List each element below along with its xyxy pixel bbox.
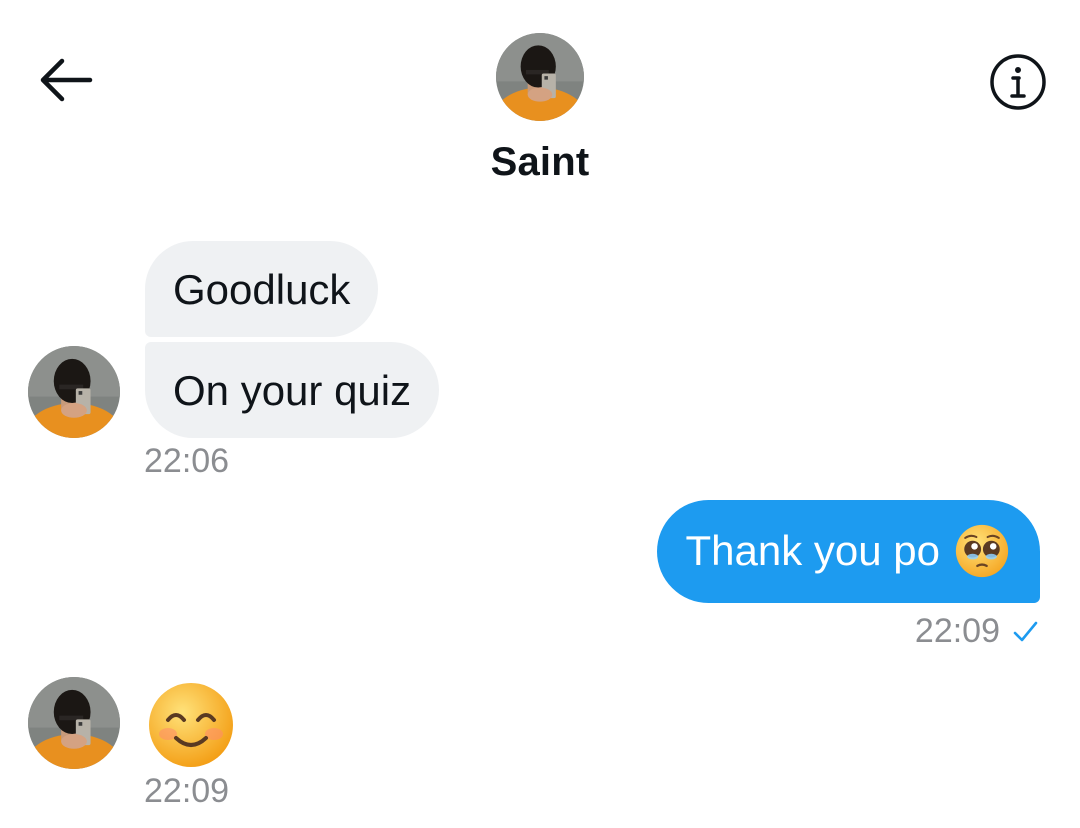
contact-name: Saint	[490, 140, 590, 184]
sent-status: 22:09	[915, 612, 1040, 651]
contact-avatar[interactable]	[496, 33, 584, 121]
smiling-face-emoji-icon[interactable]	[146, 680, 236, 770]
pleading-face-emoji-icon	[954, 523, 1010, 579]
avatar-photo	[28, 677, 120, 769]
sent-message-bubble[interactable]: Thank you po	[657, 500, 1040, 603]
avatar-photo	[496, 33, 584, 121]
check-icon	[1010, 617, 1040, 647]
info-button[interactable]	[986, 50, 1050, 114]
message-text: Thank you po	[685, 527, 940, 574]
info-circle-icon	[990, 54, 1046, 110]
message-text: On your quiz	[173, 367, 412, 414]
message-text: Goodluck	[173, 266, 351, 313]
received-message-bubble[interactable]: On your quiz	[145, 342, 440, 438]
sender-avatar[interactable]	[28, 346, 120, 438]
sender-avatar[interactable]	[28, 677, 120, 769]
message-timestamp: 22:09	[144, 772, 230, 810]
back-button[interactable]	[32, 50, 100, 110]
arrow-left-icon	[40, 58, 93, 102]
received-message-bubble[interactable]: Goodluck	[145, 241, 379, 337]
message-timestamp: 22:09	[914, 612, 1000, 650]
avatar-photo	[28, 346, 120, 438]
message-timestamp: 22:06	[144, 442, 230, 480]
